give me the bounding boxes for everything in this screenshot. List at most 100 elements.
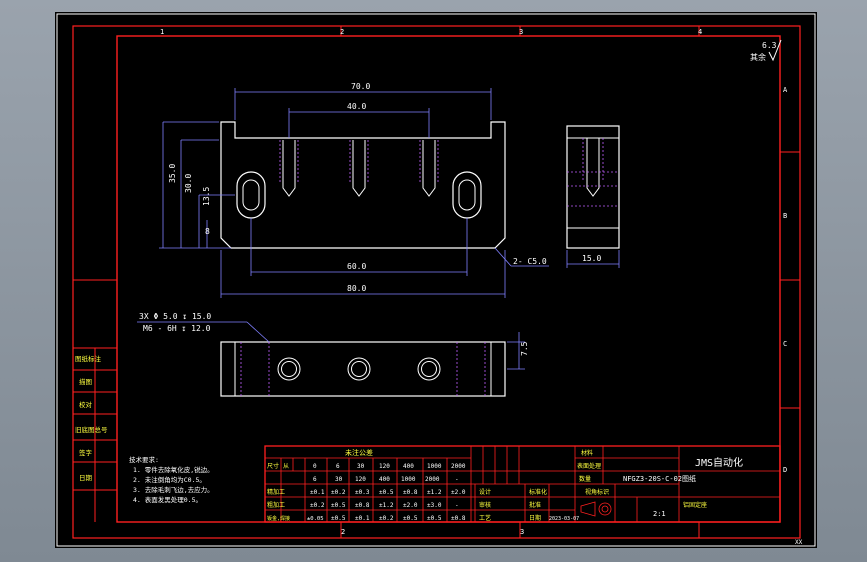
- svg-text:2000: 2000: [451, 463, 466, 470]
- top-view: 3X Φ 5.0 ↧ 15.0 M6 - 6H ↧ 12.0 7.5: [137, 312, 529, 397]
- svg-text:±0.1: ±0.1: [355, 515, 370, 522]
- part-name: 铝固定座: [683, 501, 707, 509]
- inner-border: [116, 35, 781, 523]
- zone-letter-d: D: [783, 466, 787, 474]
- svg-text:粗加工: 粗加工: [267, 501, 285, 509]
- slot-right: [452, 171, 482, 219]
- company-name: JMS自动化: [695, 456, 743, 469]
- cad-drawing-canvas[interactable]: 1 2 3 4 2 3 A B C D XX 6.3 其余 图纸标注 描图 校对…: [55, 12, 817, 548]
- threaded-holes: [282, 140, 436, 197]
- svg-text:120: 120: [379, 463, 390, 470]
- svg-text:400: 400: [403, 463, 414, 470]
- svg-text:1000: 1000: [401, 476, 416, 483]
- dim-side: 7.5: [520, 341, 529, 356]
- zone-number-bottom-2: 2: [341, 528, 345, 536]
- corner-tag: XX: [795, 539, 803, 546]
- svg-text:±2.0: ±2.0: [403, 502, 418, 509]
- svg-text:6: 6: [336, 463, 340, 470]
- svg-text:±1.2: ±1.2: [379, 502, 394, 509]
- roughness-symbol: 6.3 其余: [750, 39, 782, 62]
- svg-text:材料: 材料: [581, 449, 593, 457]
- slot-left: [236, 171, 266, 219]
- svg-text:±0.5: ±0.5: [379, 489, 394, 496]
- svg-text:4. 表面发黑处理0.5。: 4. 表面发黑处理0.5。: [133, 495, 202, 504]
- side-label-5: 日期: [79, 474, 93, 482]
- dim-thickness: 15.0: [582, 254, 601, 263]
- side-view: 15.0: [566, 125, 620, 268]
- svg-text:±0.1: ±0.1: [310, 489, 325, 496]
- zone-number-2: 2: [340, 28, 344, 36]
- svg-text:±0.5: ±0.5: [331, 502, 346, 509]
- svg-text:±0.8: ±0.8: [355, 502, 370, 509]
- svg-text:±0.2: ±0.2: [379, 515, 394, 522]
- date: 2023-03-07: [549, 516, 579, 522]
- svg-text:数量: 数量: [579, 475, 591, 483]
- svg-text:标准化: 标准化: [529, 488, 547, 496]
- svg-text:6.3: 6.3: [762, 41, 777, 50]
- zone-number-4: 4: [698, 28, 702, 36]
- zone-number-bottom-3: 3: [520, 528, 524, 536]
- svg-text:1000: 1000: [427, 463, 442, 470]
- svg-text:30: 30: [335, 476, 343, 483]
- dim-height-3: 13.5: [202, 187, 211, 206]
- svg-text:±1.2: ±1.2: [427, 489, 442, 496]
- svg-text:-: -: [455, 502, 459, 509]
- svg-text:30: 30: [357, 463, 365, 470]
- drawing-sheet: 1 2 3 4 2 3 A B C D XX 6.3 其余 图纸标注 描图 校对…: [56, 13, 816, 547]
- side-label-4: 签字: [79, 448, 93, 457]
- zone-number-3: 3: [519, 28, 523, 36]
- tolerance-title: 未注公差: [345, 448, 373, 457]
- dim-holes-top: 40.0: [347, 102, 366, 111]
- zone-number-1: 1: [160, 28, 164, 36]
- projection-symbol-icon: [580, 501, 612, 517]
- svg-text:±2.0: ±2.0: [451, 489, 466, 496]
- side-label-1: 描图: [79, 377, 92, 386]
- svg-text:审核: 审核: [479, 501, 491, 509]
- drawing-number: NFGZ3-20S-C-02图纸: [623, 474, 696, 483]
- svg-text:从: 从: [283, 463, 289, 470]
- side-label-2: 校对: [79, 400, 93, 409]
- front-view: 70.0 40.0 35.0 30.0 13.5 8 60.0 80.0 2- …: [159, 82, 549, 298]
- svg-text:3. 去除毛刺飞边,去应力。: 3. 去除毛刺飞边,去应力。: [133, 485, 214, 494]
- svg-text:±0.2: ±0.2: [331, 489, 346, 496]
- svg-text:120: 120: [355, 476, 366, 483]
- svg-text:400: 400: [379, 476, 390, 483]
- svg-text:1. 零件去除氧化皮,锐边。: 1. 零件去除氧化皮,锐边。: [133, 465, 214, 474]
- zone-letter-a: A: [783, 86, 788, 94]
- svg-text:±0.8: ±0.8: [451, 515, 466, 522]
- svg-text:钣金,焊接: 钣金,焊接: [267, 515, 290, 522]
- part-outline: [220, 121, 506, 249]
- dim-height-4: 8: [205, 227, 210, 236]
- svg-text:±3.0: ±3.0: [427, 502, 442, 509]
- chamfer-note: 2- C5.0: [513, 257, 547, 266]
- dim-width-top: 70.0: [351, 82, 370, 91]
- svg-text:±0.3: ±0.3: [355, 489, 370, 496]
- svg-text:技术要求:: 技术要求:: [129, 455, 159, 464]
- svg-text:日期: 日期: [529, 514, 541, 522]
- zone-letter-c: C: [783, 340, 787, 348]
- svg-text:工艺: 工艺: [479, 514, 491, 522]
- zone-border: [72, 25, 801, 539]
- svg-text:±0.8: ±0.8: [403, 489, 418, 496]
- scale: 2:1: [653, 510, 666, 518]
- tech-notes: 技术要求: 1. 零件去除氧化皮,锐边。 2. 未注倒角均为C0.5。 3. 去…: [129, 455, 214, 504]
- svg-text:±0.5: ±0.5: [427, 515, 442, 522]
- svg-text:±0.5: ±0.5: [403, 515, 418, 522]
- svg-text:批准: 批准: [529, 501, 541, 509]
- svg-text:精加工: 精加工: [267, 488, 285, 496]
- svg-text:设计: 设计: [479, 488, 491, 496]
- dim-height-total: 35.0: [168, 164, 177, 183]
- hole-note-1: 3X Φ 5.0 ↧ 15.0: [139, 312, 211, 321]
- title-block: 未注公差 尺寸 从 精加工 粗加工 钣金,焊接 0 6 30 120 400 1…: [264, 445, 781, 523]
- svg-text:其余: 其余: [750, 52, 766, 62]
- dim-height-2: 30.0: [184, 174, 193, 193]
- dim-overall: 80.0: [347, 284, 366, 293]
- svg-text:±0.5: ±0.5: [331, 515, 346, 522]
- svg-text:0: 0: [313, 463, 317, 470]
- svg-text:2. 未注倒角均为C0.5。: 2. 未注倒角均为C0.5。: [133, 475, 206, 484]
- svg-text:±0.05: ±0.05: [307, 516, 324, 522]
- svg-text:6: 6: [313, 476, 317, 483]
- svg-text:2000: 2000: [425, 476, 440, 483]
- dim-slot-center: 60.0: [347, 262, 366, 271]
- hole-note-2: M6 - 6H ↧ 12.0: [143, 324, 211, 333]
